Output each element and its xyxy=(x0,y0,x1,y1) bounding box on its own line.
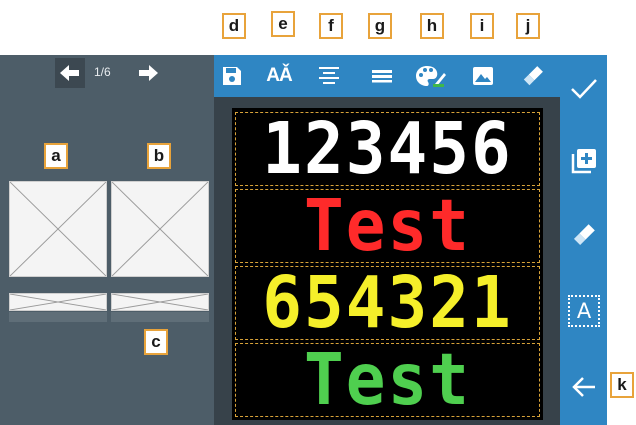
placeholder-image-icon xyxy=(112,294,208,310)
thumbnail-strip xyxy=(111,312,209,322)
line-text: 123456 xyxy=(262,112,513,186)
palette-icon xyxy=(416,66,446,87)
next-page-button[interactable] xyxy=(133,58,163,88)
page-thumbnail-panel: 1/6 xyxy=(0,55,214,425)
add-page-icon xyxy=(571,149,596,174)
text-line-2[interactable]: Test xyxy=(235,189,540,263)
callout-label-g: g xyxy=(368,13,392,39)
color-button[interactable] xyxy=(414,63,448,89)
callout-label-j: j xyxy=(516,13,540,39)
eraser-icon xyxy=(573,224,595,246)
checkmark-icon xyxy=(571,79,597,99)
page-indicator: 1/6 xyxy=(94,65,111,79)
save-button[interactable] xyxy=(219,63,245,89)
led-screen-preview: 123456 Test 654321 Test xyxy=(232,108,543,420)
align-center-icon xyxy=(319,67,339,84)
page-thumbnail-small-2[interactable] xyxy=(111,293,209,311)
placeholder-image-icon xyxy=(10,294,106,310)
eraser-icon xyxy=(523,66,543,86)
line-text: 654321 xyxy=(262,266,513,340)
clear-button[interactable] xyxy=(564,215,604,255)
eraser-button[interactable] xyxy=(520,63,546,89)
font-size-button[interactable]: AǍ xyxy=(263,63,295,89)
font-size-icon: AǍ xyxy=(266,65,292,86)
text-line-4[interactable]: Test xyxy=(235,343,540,417)
callout-label-e: e xyxy=(271,11,295,37)
align-button[interactable] xyxy=(316,63,342,89)
line-spacing-button[interactable] xyxy=(369,63,395,89)
page-thumbnail-small-1[interactable] xyxy=(9,293,107,311)
callout-label-i: i xyxy=(470,13,494,39)
placeholder-image-icon xyxy=(10,182,106,276)
callout-label-c: c xyxy=(144,329,168,355)
callout-label-d: d xyxy=(222,13,246,39)
callout-label-f: f xyxy=(319,13,343,39)
image-icon xyxy=(473,67,493,85)
placeholder-image-icon xyxy=(112,182,208,276)
image-button[interactable] xyxy=(470,63,496,89)
text-line-3[interactable]: 654321 xyxy=(235,266,540,340)
line-spacing-icon xyxy=(372,70,392,83)
line-text: Test xyxy=(304,343,471,417)
page-navigation: 1/6 xyxy=(0,55,214,93)
add-page-button[interactable] xyxy=(564,141,604,181)
page-thumbnail-large-2[interactable] xyxy=(111,181,209,277)
action-sidebar: A xyxy=(560,55,607,425)
callout-label-b: b xyxy=(147,143,171,169)
arrow-right-icon xyxy=(139,65,158,81)
back-button[interactable] xyxy=(564,367,604,407)
format-toolbar: AǍ xyxy=(214,55,560,97)
callout-label-k: k xyxy=(610,372,634,398)
text-box-glyph: A xyxy=(576,299,592,323)
editor-screen: 1/6 AǍ 123456 Test 654321 Test A d e f g… xyxy=(0,0,636,425)
callout-label-h: h xyxy=(420,13,444,39)
save-icon xyxy=(223,67,241,85)
confirm-button[interactable] xyxy=(564,69,604,109)
previous-page-button[interactable] xyxy=(55,58,85,88)
thumbnail-strip xyxy=(9,312,107,322)
page-thumbnail-large-1[interactable] xyxy=(9,181,107,277)
text-box-icon: A xyxy=(568,295,600,327)
back-arrow-icon xyxy=(572,377,595,397)
text-box-button[interactable]: A xyxy=(564,291,604,331)
arrow-left-icon xyxy=(60,65,79,81)
callout-label-a: a xyxy=(44,143,68,169)
line-text: Test xyxy=(304,189,471,263)
text-line-1[interactable]: 123456 xyxy=(235,112,540,186)
